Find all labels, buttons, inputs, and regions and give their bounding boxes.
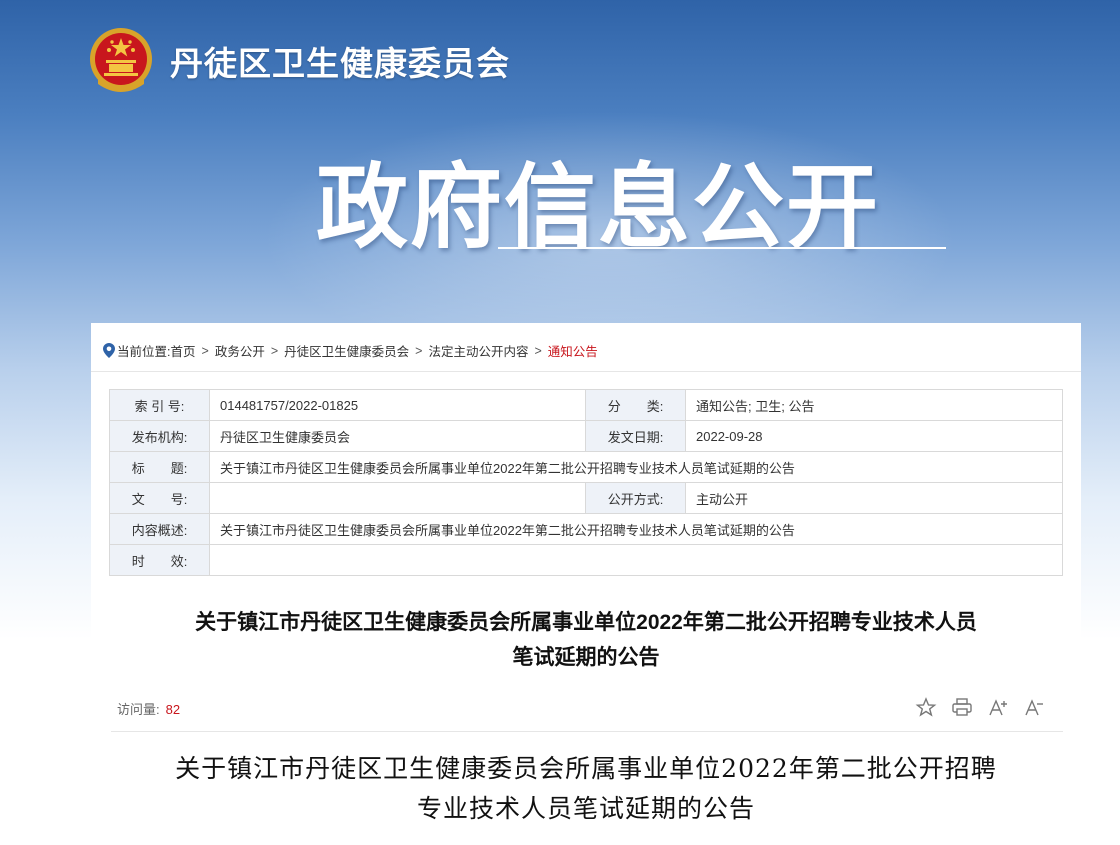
article-title-line-2: 笔试延期的公告: [512, 646, 660, 669]
breadcrumb-separator: >: [415, 343, 423, 358]
star-icon[interactable]: [915, 697, 937, 717]
index-number-value: 014481757/2022-01825: [209, 389, 586, 421]
print-icon[interactable]: [951, 697, 973, 717]
table-row: 内容概述: 关于镇江市丹徒区卫生健康委员会所属事业单位2022年第二批公开招聘专…: [109, 513, 1063, 545]
visit-count-label: 访问量:: [117, 702, 160, 717]
table-row: 发布机构: 丹徒区卫生健康委员会 发文日期: 2022-09-28: [109, 420, 1063, 452]
breadcrumb-separator: >: [270, 343, 279, 358]
table-row: 索 引 号: 014481757/2022-01825 分 类: 通知公告; 卫…: [109, 389, 1063, 421]
validity-label: 时 效:: [109, 544, 210, 576]
breadcrumb-prefix: 当前位置:: [117, 345, 171, 359]
content-panel: 当前位置: 首页 > 政务公开 > 丹徒区卫生健康委员会 > 法定主动公开内容 …: [91, 323, 1081, 845]
location-pin-icon: [103, 343, 115, 358]
issuer-label: 发布机构:: [109, 420, 210, 452]
article-body-title: 关于镇江市丹徒区卫生健康委员会所属事业单位2022年第二批公开招聘 专业技术人员…: [91, 749, 1081, 829]
category-label: 分 类:: [585, 389, 686, 421]
visit-count-value: 82: [165, 702, 181, 717]
font-increase-icon[interactable]: [987, 697, 1009, 717]
article-toolbar: [915, 697, 1045, 717]
visit-counter: 访问量: 82: [117, 699, 180, 718]
font-decrease-icon[interactable]: [1023, 697, 1045, 717]
validity-value: [209, 544, 1063, 576]
breadcrumb-home[interactable]: 首页: [170, 341, 195, 360]
breadcrumb-statutory-content[interactable]: 法定主动公开内容: [428, 341, 528, 360]
table-row: 文 号: 公开方式: 主动公开: [109, 482, 1063, 514]
category-value: 通知公告; 卫生; 公告: [685, 389, 1063, 421]
title-label: 标 题:: [109, 451, 210, 483]
doc-number-value: [209, 482, 586, 514]
breadcrumb: 当前位置: 首页 > 政务公开 > 丹徒区卫生健康委员会 > 法定主动公开内容 …: [103, 341, 598, 360]
breadcrumb-notices[interactable]: 通知公告: [548, 341, 598, 360]
breadcrumb-health-committee[interactable]: 丹徒区卫生健康委员会: [284, 341, 409, 360]
breadcrumb-separator: >: [534, 343, 542, 358]
body-title-line-2: 专业技术人员笔试延期的公告: [416, 794, 755, 823]
breadcrumb-separator: >: [201, 343, 209, 358]
issuer-value: 丹徒区卫生健康委员会: [209, 420, 586, 452]
disclosure-method-value: 主动公开: [685, 482, 1063, 514]
title-value: 关于镇江市丹徒区卫生健康委员会所属事业单位2022年第二批公开招聘专业技术人员笔…: [209, 451, 1063, 483]
table-row: 时 效:: [109, 544, 1063, 576]
breadcrumb-gov-affairs[interactable]: 政务公开: [215, 341, 265, 360]
summary-label: 内容概述:: [109, 513, 210, 545]
banner-underline: [498, 247, 946, 249]
disclosure-method-label: 公开方式:: [585, 482, 686, 514]
body-title-line-1: 关于镇江市丹徒区卫生健康委员会所属事业单位2022年第二批公开招聘: [175, 754, 997, 783]
divider: [91, 371, 1081, 372]
doc-number-label: 文 号:: [109, 482, 210, 514]
article-title-line-1: 关于镇江市丹徒区卫生健康委员会所属事业单位2022年第二批公开招聘专业技术人员: [195, 611, 977, 634]
index-number-label: 索 引 号:: [109, 389, 210, 421]
issue-date-value: 2022-09-28: [685, 420, 1063, 452]
article-title: 关于镇江市丹徒区卫生健康委员会所属事业单位2022年第二批公开招聘专业技术人员 …: [91, 605, 1081, 675]
divider: [111, 731, 1063, 732]
emblem-icon: [90, 28, 152, 92]
table-row: 标 题: 关于镇江市丹徒区卫生健康委员会所属事业单位2022年第二批公开招聘专业…: [109, 451, 1063, 483]
summary-value: 关于镇江市丹徒区卫生健康委员会所属事业单位2022年第二批公开招聘专业技术人员笔…: [209, 513, 1063, 545]
site-title[interactable]: 丹徒区卫生健康委员会: [170, 37, 510, 85]
metadata-table: 索 引 号: 014481757/2022-01825 分 类: 通知公告; 卫…: [109, 389, 1063, 576]
issue-date-label: 发文日期:: [585, 420, 686, 452]
